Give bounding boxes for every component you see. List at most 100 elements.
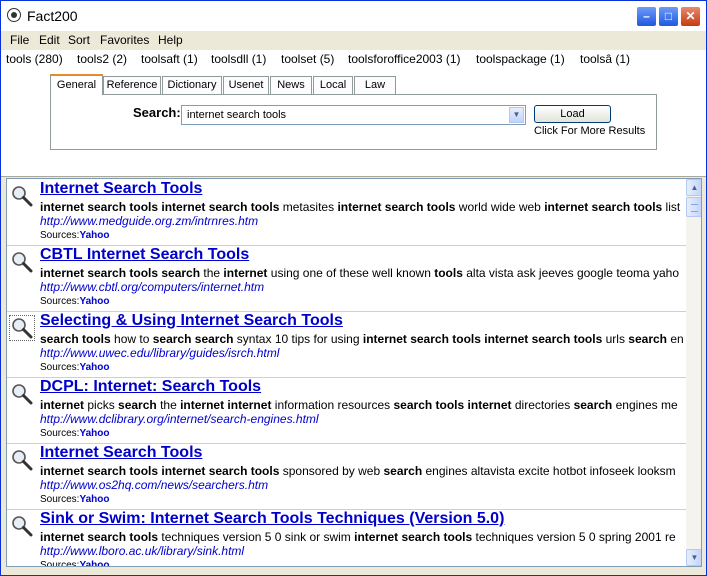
tab-usenet[interactable]: Usenet (223, 76, 269, 94)
result-sources: Sources:Yahoo (40, 428, 109, 439)
magnifier-icon[interactable] (11, 449, 33, 471)
result-snippet: internet picks search the internet inter… (40, 398, 678, 412)
snippet-fragment: directories (511, 398, 574, 412)
result-snippet: search tools how to search search syntax… (40, 332, 684, 346)
results-list: Internet Search Tools internet search too… (6, 178, 702, 567)
magnifier-icon[interactable] (11, 185, 33, 207)
menu-edit[interactable]: Edit (39, 33, 60, 47)
query-tab[interactable]: toolsdll (1) (211, 52, 266, 66)
source-link[interactable]: Yahoo (79, 362, 109, 373)
snippet-fragment: en (667, 332, 684, 346)
snippet-fragment: internet search tools internet search to… (40, 464, 280, 478)
result-url-link[interactable]: http://www.cbtl.org/computers/internet.h… (40, 280, 264, 294)
snippet-fragment: internet (40, 398, 85, 412)
sources-label: Sources: (40, 428, 80, 439)
arrow-up-icon: ▲ (690, 183, 699, 192)
sources-label: Sources: (40, 560, 80, 567)
tab-general[interactable]: General (50, 74, 103, 95)
snippet-fragment: internet search tools (354, 530, 473, 544)
magnifier-icon[interactable] (11, 251, 33, 273)
result-url-link[interactable]: http://www.uwec.edu/library/guides/isrch… (40, 346, 279, 360)
result-item: CBTL Internet Search Tools internet searc… (7, 245, 686, 312)
source-link[interactable]: Yahoo (79, 428, 109, 439)
close-button[interactable]: ✕ (680, 6, 701, 27)
snippet-fragment: search tools internet (393, 398, 512, 412)
snippet-fragment: how to (110, 332, 153, 346)
result-item: Internet Search Tools internet search too… (7, 443, 686, 510)
result-snippet: internet search tools search the interne… (40, 266, 679, 280)
query-panel: tools (280) tools2 (2) toolsaft (1) tool… (1, 50, 706, 177)
snippet-fragment: engines altavista excite hotbot infoseek… (422, 464, 676, 478)
snippet-fragment: list (662, 200, 681, 214)
tab-local[interactable]: Local (313, 76, 353, 94)
search-combobox[interactable]: internet search tools ▼ (181, 105, 526, 125)
maximize-button[interactable]: □ (658, 6, 679, 27)
query-tab[interactable]: toolsâ (1) (580, 52, 630, 66)
app-window: Fact200 – □ ✕ File Edit Sort Favorites H… (0, 0, 707, 576)
snippet-fragment: the (200, 266, 224, 280)
menu-file[interactable]: File (10, 33, 29, 47)
query-tab[interactable]: toolsforoffice2003 (1) (348, 52, 461, 66)
chevron-down-icon[interactable]: ▼ (509, 107, 524, 123)
result-url-link[interactable]: http://www.dclibrary.org/internet/search… (40, 412, 319, 426)
snippet-fragment: search (573, 398, 613, 412)
result-title-link[interactable]: Internet Search Tools (40, 444, 202, 462)
result-title-link[interactable]: CBTL Internet Search Tools (40, 246, 249, 264)
result-item: Sink or Swim: Internet Search Tools Tech… (7, 509, 686, 567)
snippet-fragment: metasites (279, 200, 338, 214)
window-title: Fact200 (27, 8, 78, 24)
result-url-link[interactable]: http://www.medguide.org.zm/intrnres.htm (40, 214, 258, 228)
result-title-link[interactable]: Sink or Swim: Internet Search Tools Tech… (40, 510, 504, 528)
result-url-link[interactable]: http://www.lboro.ac.uk/library/sink.html (40, 544, 244, 558)
snippet-fragment: picks (84, 398, 119, 412)
tab-panel: Search: internet search tools ▼ Load Cli… (50, 94, 657, 150)
scroll-thumb[interactable] (686, 197, 701, 217)
magnifier-icon[interactable] (11, 515, 33, 537)
query-tab[interactable]: toolsaft (1) (141, 52, 198, 66)
magnifier-icon[interactable] (9, 315, 35, 341)
query-tab[interactable]: tools (280) (6, 52, 63, 66)
snippet-fragment: techniques version 5 0 spring 2001 re (472, 530, 676, 544)
tab-dictionary[interactable]: Dictionary (162, 76, 222, 94)
sources-label: Sources: (40, 230, 80, 241)
maximize-icon: □ (664, 9, 673, 23)
scroll-up-button[interactable]: ▲ (686, 179, 701, 196)
result-snippet: internet search tools internet search to… (40, 200, 680, 214)
menu-help[interactable]: Help (158, 33, 183, 47)
sources-label: Sources: (40, 362, 80, 373)
tab-law[interactable]: Law (354, 76, 396, 94)
query-tab[interactable]: tools2 (2) (77, 52, 127, 66)
sources-label: Sources: (40, 296, 80, 307)
scroll-down-button[interactable]: ▼ (686, 549, 701, 566)
load-button[interactable]: Load (534, 105, 611, 123)
result-title-link[interactable]: Selecting & Using Internet Search Tools (40, 312, 343, 330)
query-tab[interactable]: toolset (5) (281, 52, 334, 66)
title-bar[interactable]: Fact200 – □ ✕ (1, 1, 706, 32)
result-sources: Sources:Yahoo (40, 560, 109, 567)
tab-news[interactable]: News (270, 76, 312, 94)
query-tab[interactable]: toolspackage (1) (476, 52, 565, 66)
snippet-fragment: search (628, 332, 667, 346)
source-link[interactable]: Yahoo (79, 230, 109, 241)
menu-sort[interactable]: Sort (68, 33, 90, 47)
result-title-link[interactable]: Internet Search Tools (40, 180, 202, 198)
source-link[interactable]: Yahoo (79, 494, 109, 505)
snippet-fragment: search (383, 464, 423, 478)
search-input[interactable]: internet search tools (187, 109, 286, 121)
source-link[interactable]: Yahoo (79, 560, 109, 566)
menu-favorites[interactable]: Favorites (100, 33, 149, 47)
result-title-link[interactable]: DCPL: Internet: Search Tools (40, 378, 261, 396)
result-url-link[interactable]: http://www.os2hq.com/news/searchers.htm (40, 478, 268, 492)
tab-reference[interactable]: Reference (103, 76, 161, 94)
minimize-button[interactable]: – (636, 6, 657, 27)
magnifier-icon[interactable] (11, 383, 33, 405)
snippet-fragment: internet search tools internet search to… (362, 332, 603, 346)
vertical-scrollbar[interactable]: ▲ ▼ (686, 179, 701, 566)
snippet-fragment: search search (152, 332, 234, 346)
snippet-fragment: engines me (612, 398, 678, 412)
result-item: DCPL: Internet: Search Tools internet pic… (7, 377, 686, 444)
minimize-icon: – (643, 9, 650, 23)
source-link[interactable]: Yahoo (79, 296, 109, 307)
snippet-fragment: internet search tools internet search to… (40, 200, 280, 214)
app-icon[interactable] (7, 8, 21, 22)
